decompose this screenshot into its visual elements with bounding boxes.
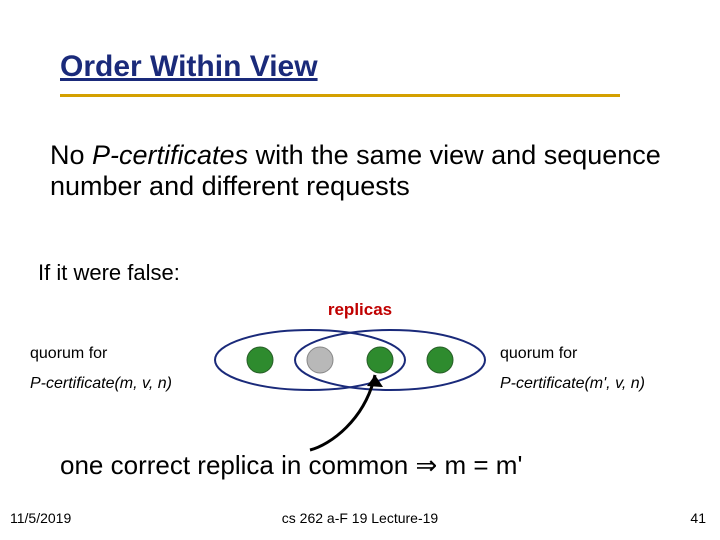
replica-dot-3-common (367, 347, 393, 373)
left-pcertificate-label: P-certificate(m, v, n) (30, 375, 172, 393)
conclusion-part1: one correct replica in common (60, 450, 415, 480)
conclusion-part2: m = m' (437, 450, 522, 480)
body-text: No P-certificates with the same view and… (50, 140, 670, 202)
right-quorum-label: quorum for (500, 345, 577, 363)
title-accent-line (60, 94, 620, 97)
slide-title: Order Within View (60, 50, 318, 84)
venn-diagram (210, 320, 490, 440)
left-quorum-label: quorum for (30, 345, 107, 363)
footer-center: cs 262 a-F 19 Lecture-19 (0, 510, 720, 526)
footer-page-number: 41 (690, 510, 706, 526)
replica-dot-4 (427, 347, 453, 373)
replica-dot-2-faulty (307, 347, 333, 373)
right-pcertificate-label: P-certificate(m', v, n) (500, 375, 645, 393)
body-prefix: No (50, 140, 92, 170)
replicas-label: replicas (0, 300, 720, 320)
replica-dot-1 (247, 347, 273, 373)
slide: Order Within View No P-certificates with… (0, 0, 720, 540)
body-italic-term: P-certificates (92, 140, 248, 170)
conclusion-text: one correct replica in common ⇒ m = m' (60, 450, 522, 481)
subtext-line: If it were false: (38, 260, 180, 286)
implies-symbol: ⇒ (415, 450, 437, 480)
